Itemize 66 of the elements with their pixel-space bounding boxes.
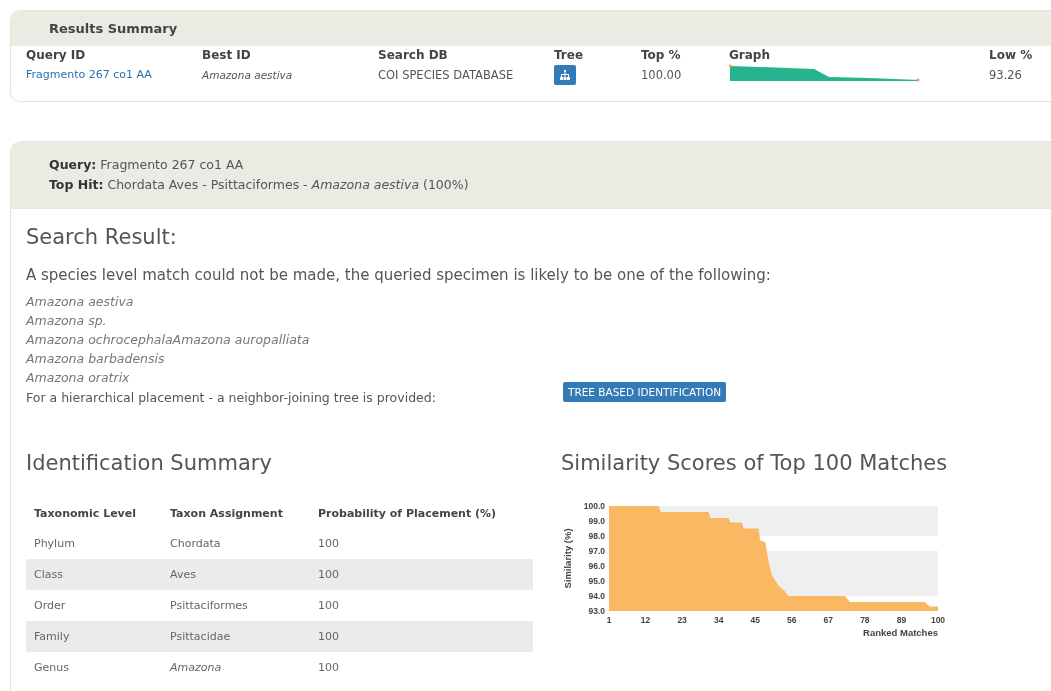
column-header: Query ID <box>26 48 87 62</box>
table-cell: Amazona <box>162 652 310 683</box>
query-line: Query: Fragmento 267 co1 AA <box>49 156 245 174</box>
axis-tick-label: 34 <box>713 615 724 625</box>
axis-tick-label: 94.0 <box>588 591 605 601</box>
hierarchy-icon <box>560 69 570 80</box>
axis-tick-label: 98.0 <box>588 531 605 541</box>
table-cell: 100 <box>310 652 533 683</box>
axis-tick-label: 56 <box>787 615 797 625</box>
table-cell: Psittacidae <box>162 621 310 652</box>
section-heading: Search Result: <box>26 225 178 249</box>
axis-title: Similarity (%) <box>562 528 573 589</box>
axis-tick-label: 78 <box>860 615 870 625</box>
axis-tick-label: 93.0 <box>588 606 605 616</box>
table-cell: Chordata <box>162 528 310 559</box>
panel-title: Results Summary <box>49 21 178 36</box>
column-header: Probability of Placement (%) <box>317 506 498 522</box>
species-name: Amazona sp. <box>26 312 108 330</box>
column-header: Low % <box>989 48 1034 62</box>
species-name: Amazona barbadensis <box>26 350 166 368</box>
column-header: Tree <box>554 48 585 62</box>
table-cell: 100 <box>310 559 533 590</box>
table-cell-text: Amazona aestiva <box>202 68 294 81</box>
table-cell: Phylum <box>26 528 162 559</box>
table-cell-text: 93.26 <box>989 67 1023 82</box>
table-cell: 100 <box>310 590 533 621</box>
axis-title: Ranked Matches <box>863 627 938 638</box>
axis-tick-label: 95.0 <box>588 576 605 586</box>
species-name: Amazona oratrix <box>26 369 131 387</box>
table-cell: Aves <box>162 559 310 590</box>
table-cell-text: COI SPECIES DATABASE <box>378 67 515 82</box>
axis-tick-label: 96.0 <box>588 561 605 571</box>
species-name: Amazona aestiva <box>26 293 135 311</box>
axis-tick-label: 45 <box>750 615 760 625</box>
tree-identification-button[interactable]: TREE BASED IDENTIFICATION <box>563 381 727 402</box>
axis-tick-label: 89 <box>896 615 907 625</box>
axis-tick-label: 97.0 <box>588 546 605 556</box>
table-cell-text: 100.00 <box>641 67 683 82</box>
column-header: Taxon Assignment <box>169 506 284 522</box>
axis-tick-label: 99.0 <box>588 516 605 526</box>
section-heading: Identification Summary <box>26 451 273 477</box>
table-cell: Order <box>26 590 162 621</box>
table-cell: Class <box>26 559 162 590</box>
table-cell: 100 <box>310 621 533 652</box>
table-cell: 100 <box>310 528 533 559</box>
column-header: Graph <box>729 48 771 62</box>
section-heading: Similarity Scores of Top 100 Matches <box>561 451 949 477</box>
species-name: Amazona ochrocephalaAmazona auropalliata <box>26 331 311 349</box>
axis-tick-label: 12 <box>640 615 651 625</box>
axis-tick-label: 67 <box>823 615 834 625</box>
result-message: A species level match could not be made, the queried specimen is likely to be one of the following: <box>26 266 772 284</box>
tree-button[interactable] <box>554 64 576 85</box>
table-cell: Genus <box>26 652 162 683</box>
column-header: Search DB <box>378 48 449 62</box>
column-header: Taxonomic Level <box>33 506 137 522</box>
axis-tick-label: 100.0 <box>583 501 605 511</box>
column-header: Top % <box>641 48 682 62</box>
table-cell: Family <box>26 621 162 652</box>
axis-tick-label: 23 <box>677 615 687 625</box>
query-link[interactable]: Fragmento 267 co1 AA <box>26 68 202 81</box>
column-header: Best ID <box>202 48 252 62</box>
axis-tick-label: 1 <box>606 615 612 625</box>
top-hit-line: Top Hit: Chordata Aves - Psittaciformes - Amazona aestiva (100%) <box>49 176 470 194</box>
axis-tick-label: 100 <box>930 615 946 625</box>
table-cell: Psittaciformes <box>162 590 310 621</box>
tree-note: For a hierarchical placement - a neighbor-joining tree is provided: <box>26 390 437 405</box>
